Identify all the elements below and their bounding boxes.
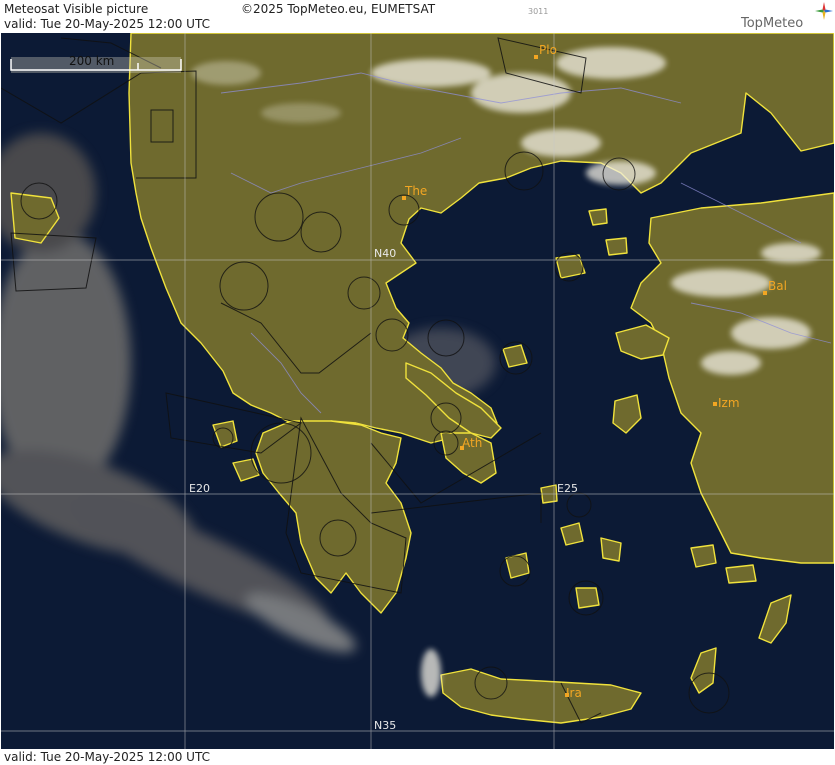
valid-time-header: valid: Tue 20-May-2025 12:00 UTC: [4, 17, 210, 31]
grid-label-n40: N40: [374, 247, 396, 260]
city-label-ath: Ath: [462, 436, 482, 450]
city-label-the: The: [404, 184, 427, 198]
cyclades-7: [725, 564, 757, 584]
compass-icon: [815, 2, 833, 20]
scale-label: 200 km: [69, 54, 114, 68]
copyright-text: ©2025 TopMeteo.eu, EUMETSAT: [241, 2, 436, 16]
header-bar: Meteosat Visible picture ©2025 TopMeteo.…: [0, 0, 835, 33]
satellite-map: N40 E20 E25 N35 200 km Plo The Bal Izm A…: [1, 33, 834, 749]
cyclades-3: [575, 587, 600, 609]
city-label-ira: Ira: [566, 686, 582, 700]
city-ath[interactable]: Ath: [460, 436, 482, 450]
product-code: 3011: [528, 7, 549, 16]
grid-label-e25: E25: [557, 482, 578, 495]
city-label-plo: Plo: [539, 43, 557, 57]
city-label-izm: Izm: [718, 396, 740, 410]
city-the[interactable]: The: [402, 184, 427, 200]
samothrace: [605, 237, 628, 256]
product-title: Meteosat Visible picture: [4, 2, 149, 16]
cyclades-6: [690, 544, 717, 568]
thasos: [588, 208, 608, 226]
footer-bar: valid: Tue 20-May-2025 12:00 UTC: [0, 749, 835, 765]
grid-label-e20: E20: [189, 482, 210, 495]
grid-label-n35: N35: [374, 719, 396, 732]
logo-text: TopMeteo: [741, 16, 804, 31]
city-ira[interactable]: Ira: [565, 686, 582, 700]
valid-time-footer: valid: Tue 20-May-2025 12:00 UTC: [4, 750, 210, 764]
city-label-bal: Bal: [768, 279, 787, 293]
